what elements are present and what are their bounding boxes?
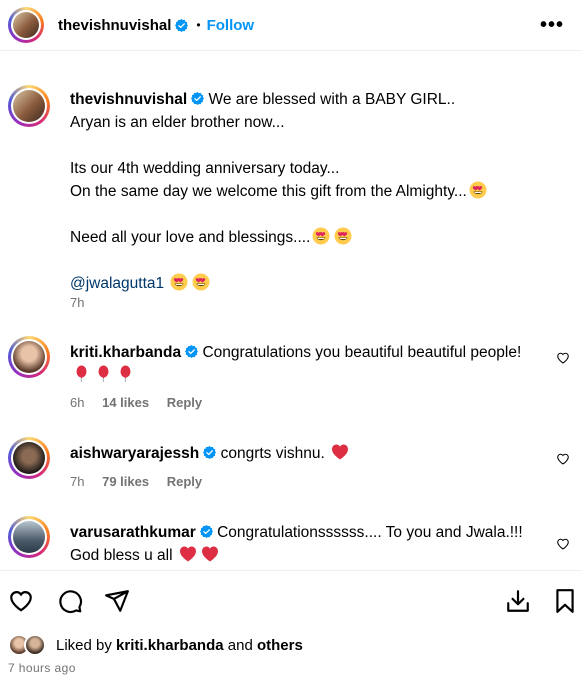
comment-text: kriti.kharbanda Congratulations you beau… <box>70 341 540 387</box>
heart-eyes-emoji-icon <box>312 227 330 245</box>
post-timestamp[interactable]: 7 hours ago <box>8 661 76 675</box>
verified-badge-icon <box>185 345 198 358</box>
red-heart-emoji-icon <box>179 545 197 563</box>
comment-avatar[interactable] <box>8 437 50 479</box>
comment-icon[interactable] <box>57 588 83 614</box>
liked-by-and: and <box>227 636 253 654</box>
verified-badge-icon <box>200 525 213 538</box>
comment-meta: 7h 79 likes Reply <box>70 474 216 489</box>
heart-eyes-emoji-icon <box>170 273 188 291</box>
liker-avatars[interactable] <box>8 634 50 656</box>
separator-dot: • <box>196 18 201 32</box>
action-bar <box>0 570 582 632</box>
liked-by-prefix: Liked by <box>56 636 112 654</box>
caption-line-4: On the same day we welcome this gift fro… <box>70 183 467 200</box>
comment-text: varusarathkumar Congratulationssssss....… <box>70 521 540 567</box>
balloon-emoji-icon <box>72 365 90 383</box>
author-avatar[interactable] <box>8 7 44 43</box>
mention-link[interactable]: @jwalagutta1 <box>70 275 164 292</box>
more-options-button[interactable]: ••• <box>540 14 564 37</box>
caption-line-5: Need all your love and blessings.... <box>70 229 311 246</box>
comment-likes[interactable]: 79 likes <box>102 474 149 489</box>
comment-username[interactable]: aishwaryarajessh <box>70 445 199 462</box>
verified-badge-icon <box>203 446 216 459</box>
reply-button[interactable]: Reply <box>167 395 202 410</box>
comment-likes[interactable]: 14 likes <box>102 395 149 410</box>
verified-badge-icon <box>175 19 188 32</box>
red-heart-emoji-icon <box>201 545 219 563</box>
heart-eyes-emoji-icon <box>192 273 210 291</box>
follow-button[interactable]: Follow <box>207 17 255 34</box>
heart-eyes-emoji-icon <box>469 181 487 199</box>
liked-by-user[interactable]: kriti.kharbanda <box>116 637 224 654</box>
caption-line-3: Its our 4th wedding anniversary today... <box>70 160 340 177</box>
comment-like-heart-icon[interactable] <box>556 452 570 466</box>
verified-badge-icon <box>191 92 204 105</box>
caption-time: 7h <box>70 295 85 310</box>
comment-avatar[interactable] <box>8 516 50 558</box>
red-heart-emoji-icon <box>331 443 349 461</box>
comment-username[interactable]: kriti.kharbanda <box>70 344 181 361</box>
comment-body: congrts vishnu. <box>220 445 325 462</box>
caption-line-2: Aryan is an elder brother now... <box>70 114 285 131</box>
liked-by-others[interactable]: others <box>257 637 303 654</box>
caption-line-1: We are blessed with a BABY GIRL.. <box>208 91 456 108</box>
liker-avatar <box>24 634 46 656</box>
caption-avatar[interactable] <box>8 85 50 127</box>
comment-like-heart-icon[interactable] <box>556 537 570 551</box>
caption-username[interactable]: thevishnuvishal <box>70 91 187 108</box>
download-icon[interactable] <box>505 588 531 614</box>
heart-eyes-emoji-icon <box>334 227 352 245</box>
comment-meta: 6h 14 likes Reply <box>70 395 216 410</box>
comment-body: Congratulations you beautiful beautiful … <box>202 344 522 361</box>
post-header: thevishnuvishal • Follow ••• <box>0 0 582 51</box>
comment-text: aishwaryarajessh congrts vishnu. <box>70 442 540 465</box>
balloon-emoji-icon <box>94 365 112 383</box>
reply-button[interactable]: Reply <box>167 474 202 489</box>
likes-summary: Liked by kriti.kharbanda and others <box>8 634 303 656</box>
caption-text: thevishnuvishal We are blessed with a BA… <box>70 88 540 295</box>
comment-time: 7h <box>70 474 85 489</box>
comment-time: 6h <box>70 395 85 410</box>
comment-like-heart-icon[interactable] <box>556 351 570 365</box>
comment-avatar[interactable] <box>8 336 50 378</box>
heart-icon[interactable] <box>8 588 34 614</box>
author-username[interactable]: thevishnuvishal <box>58 17 171 34</box>
balloon-emoji-icon <box>116 365 134 383</box>
share-icon[interactable] <box>104 588 130 614</box>
comment-username[interactable]: varusarathkumar <box>70 524 196 541</box>
bookmark-icon[interactable] <box>552 588 578 614</box>
